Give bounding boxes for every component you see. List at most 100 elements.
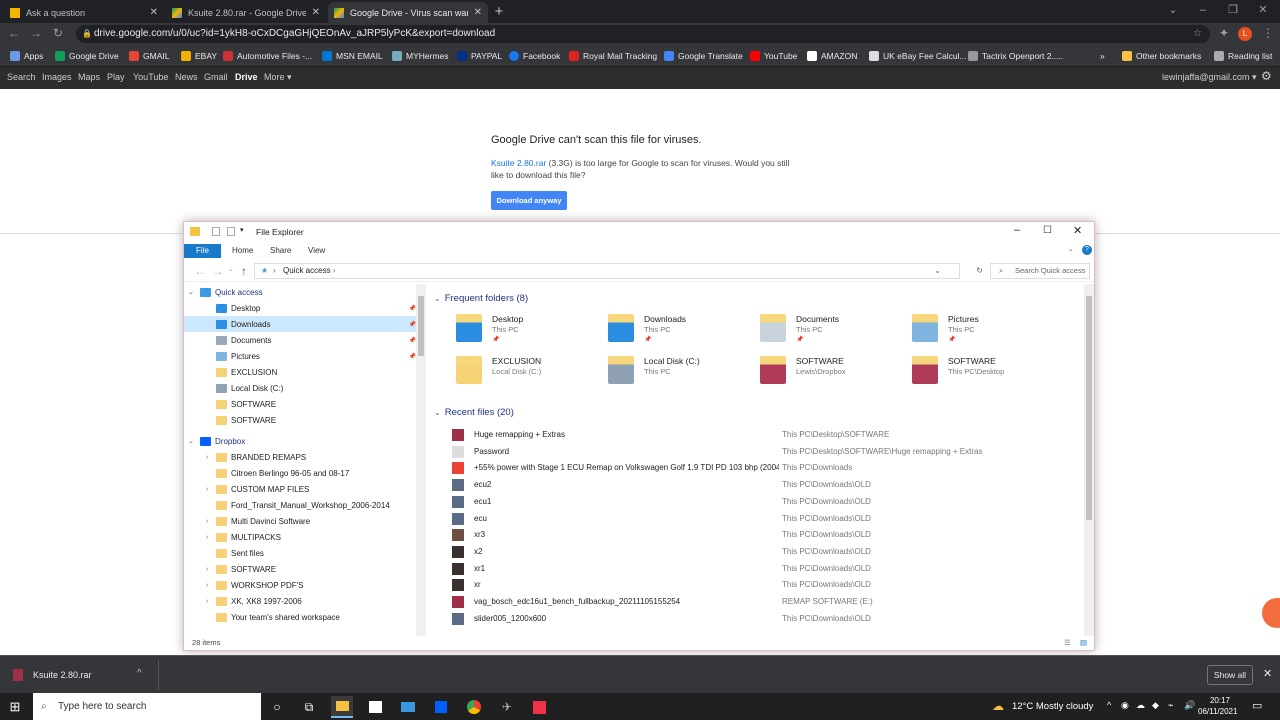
nav-item[interactable]: › XK, XK8 1997-2006	[184, 593, 418, 609]
help-bubble-icon[interactable]	[1262, 598, 1280, 628]
taskbar-search-input[interactable]: ⌕ Type here to search	[33, 693, 261, 720]
refresh-icon[interactable]: ↻	[976, 264, 983, 278]
recent-file-row[interactable]: xr This PC\Downloads\OLD	[430, 577, 1070, 593]
onedrive-icon[interactable]: ☁	[1136, 700, 1145, 711]
file-explorer-taskbar-icon[interactable]	[331, 696, 353, 718]
clock-date[interactable]: 06/11/2021	[1198, 707, 1237, 716]
nav-item[interactable]: › SOFTWARE	[184, 561, 418, 577]
avatar[interactable]: L	[1238, 27, 1252, 41]
nav-item[interactable]: SOFTWARE	[184, 396, 418, 412]
weather-text[interactable]: 12°C Mostly cloudy	[1012, 701, 1093, 712]
bookmark-google-drive[interactable]: Google Drive	[55, 49, 119, 63]
close-tab-icon[interactable]: ✕	[474, 7, 482, 18]
recent-locations-chevron-icon[interactable]: ⌄	[228, 265, 234, 273]
download-options-chevron-icon[interactable]: ^	[137, 668, 142, 679]
new-tab-button[interactable]: +	[490, 3, 508, 21]
reload-icon[interactable]: ↻	[50, 26, 66, 40]
pin-icon[interactable]: 📌	[948, 336, 955, 343]
bookmarks-overflow-icon[interactable]: »	[1100, 49, 1105, 63]
bookmark-apps[interactable]: Apps	[10, 49, 43, 63]
expand-chevron-icon[interactable]: ›	[202, 518, 212, 525]
bookmark-ebay-fee[interactable]: UK eBay Fee Calcul...	[869, 49, 967, 63]
bookmark-ebay[interactable]: EBAY	[181, 49, 217, 63]
gbar-more[interactable]: More ▾	[264, 72, 292, 83]
back-icon[interactable]: ←	[6, 26, 22, 40]
bookmark-tactrix[interactable]: Tactrix Openport 2.....	[968, 49, 1063, 63]
store-icon[interactable]	[364, 696, 386, 718]
nav-item[interactable]: SOFTWARE	[184, 412, 418, 428]
frequent-folder[interactable]: SOFTWARE This PC\Desktop	[908, 354, 1056, 394]
pin-icon[interactable]: 📌	[409, 353, 416, 360]
frequent-folder[interactable]: SOFTWARE Lewis\Dropbox	[756, 354, 904, 394]
notifications-icon[interactable]: ▭	[1252, 699, 1262, 712]
app-icon[interactable]: ✈	[496, 696, 518, 718]
tiles-view-icon[interactable]: ▤	[1080, 636, 1087, 650]
scrollbar-thumb[interactable]	[418, 296, 424, 356]
tab-ask-question[interactable]: Ask a question ✕	[4, 2, 164, 23]
bookmark-paypal[interactable]: PAYPAL	[457, 49, 502, 63]
back-icon[interactable]: ←	[194, 264, 206, 278]
task-view-icon[interactable]: ⧉	[298, 696, 320, 718]
nav-item[interactable]: › MULTIPACKS	[184, 529, 418, 545]
settings-gear-icon[interactable]: ⚙	[1261, 69, 1272, 83]
maximize-icon[interactable]: ☐	[1043, 225, 1052, 236]
bookmark-gmail[interactable]: GMAIL	[129, 49, 169, 63]
minimize-icon[interactable]: –	[1014, 224, 1020, 236]
recent-file-row[interactable]: xr1 This PC\Downloads\OLD	[430, 561, 1070, 577]
nav-item[interactable]: Your team's shared workspace	[184, 609, 418, 625]
cortana-icon[interactable]: ○	[266, 696, 288, 718]
network-icon[interactable]: ⌁	[1168, 700, 1173, 711]
content-scrollbar[interactable]	[1084, 284, 1094, 636]
recent-file-row[interactable]: x2 This PC\Downloads\OLD	[430, 544, 1070, 560]
address-bar[interactable]: 🔒 drive.google.com/u/0/uc?id=1ykH8-oCxDCg…	[76, 25, 1210, 43]
nav-item[interactable]: ⌄ Dropbox	[184, 433, 418, 449]
menu-icon[interactable]: ⋮	[1260, 26, 1276, 40]
recent-file-row[interactable]: Huge remapping + Extras This PC\Desktop\S…	[430, 427, 1070, 443]
pin-icon[interactable]: 📌	[796, 336, 803, 343]
expand-chevron-icon[interactable]: ›	[202, 534, 212, 541]
bookmark-myhermes[interactable]: MYHermes	[392, 49, 449, 63]
bookmark-royal-mail[interactable]: Royal Mail Tracking	[569, 49, 657, 63]
reading-list[interactable]: Reading list	[1214, 49, 1272, 63]
download-filename[interactable]: Ksuite 2.80.rar	[33, 670, 92, 680]
explorer-search-input[interactable]: ⌕ Search Quick access	[990, 263, 1090, 279]
bookmark-amazon[interactable]: AMAZON	[807, 49, 857, 63]
nav-item[interactable]: Downloads 📌	[184, 316, 418, 332]
bookmark-automotive[interactable]: Automotive Files -...	[223, 49, 312, 63]
show-all-button[interactable]: Show all	[1207, 665, 1253, 685]
close-shelf-icon[interactable]: ✕	[1263, 667, 1272, 680]
details-view-icon[interactable]: ☰	[1064, 636, 1071, 650]
frequent-folder[interactable]: Pictures This PC 📌	[908, 312, 1056, 352]
tab-virus-scan[interactable]: Google Drive - Virus scan warnin ✕	[328, 2, 488, 23]
app-icon[interactable]	[528, 696, 550, 718]
recent-file-row[interactable]: ecu2 This PC\Downloads\OLD	[430, 477, 1070, 493]
scrollbar-thumb[interactable]	[1086, 296, 1092, 520]
close-tab-icon[interactable]: ✕	[150, 7, 158, 18]
close-icon[interactable]: ✕	[1073, 224, 1082, 237]
pin-icon[interactable]: 📌	[409, 305, 416, 312]
expand-chevron-icon[interactable]: ⌄	[186, 288, 196, 296]
restore-icon[interactable]: ❐	[1218, 0, 1248, 20]
frequent-folder[interactable]: Downloads This PC 📌	[604, 312, 752, 352]
up-icon[interactable]: ↑	[241, 264, 247, 278]
nav-item[interactable]: ⌄ Quick access	[184, 284, 418, 300]
ribbon-tab-home[interactable]: Home	[226, 244, 259, 258]
nav-item[interactable]: Desktop 📌	[184, 300, 418, 316]
dropbox-icon[interactable]	[430, 696, 452, 718]
ribbon-expand-chevron-icon[interactable]: ⌄	[1068, 245, 1074, 253]
nav-item[interactable]: › WORKSHOP PDF'S	[184, 577, 418, 593]
gbar-youtube[interactable]: YouTube	[133, 72, 168, 82]
frequent-folder[interactable]: Desktop This PC 📌	[452, 312, 600, 352]
bookmark-translate[interactable]: Google Translate	[664, 49, 743, 63]
gbar-news[interactable]: News	[175, 72, 198, 82]
recent-file-row[interactable]: slider005_1200x600 This PC\Downloads\OLD	[430, 611, 1070, 627]
windows-start-icon[interactable]: ⊞	[4, 696, 26, 718]
tray-chevron-icon[interactable]: ^	[1107, 700, 1111, 710]
close-tab-icon[interactable]: ✕	[312, 7, 320, 18]
nav-item[interactable]: EXCLUSION	[184, 364, 418, 380]
forward-icon[interactable]: →	[28, 26, 44, 40]
expand-chevron-icon[interactable]: ›	[202, 486, 212, 493]
ribbon-tab-share[interactable]: Share	[264, 244, 297, 258]
nav-item[interactable]: Citroen Berlingo 96-05 and 08-17	[184, 465, 418, 481]
nav-item[interactable]: Documents 📌	[184, 332, 418, 348]
